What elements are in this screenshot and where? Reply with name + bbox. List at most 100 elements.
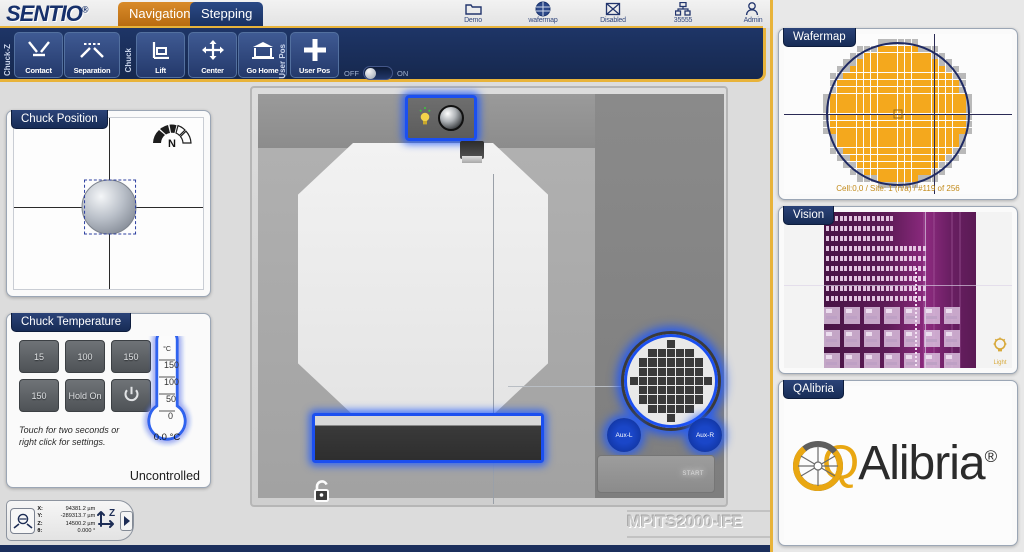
coord-axis-y: Y:: [37, 513, 45, 520]
button-lift-label: Lift: [155, 66, 166, 75]
home-icon: [252, 33, 274, 66]
wafermap-status-text: Cell:0,0 / Site: 1 (n/a) / #119 of 256: [784, 184, 1012, 193]
button-contact[interactable]: Contact: [14, 32, 63, 78]
camera-module[interactable]: [405, 95, 477, 141]
svg-text:°C: °C: [163, 345, 171, 353]
brand-registered-mark: ®: [82, 5, 88, 15]
status-disabled[interactable]: Disabled: [590, 0, 636, 24]
svg-text:50: 50: [166, 394, 176, 404]
aux-right-site[interactable]: Aux-R: [688, 418, 722, 452]
status-demo[interactable]: Demo: [450, 0, 496, 24]
status-network[interactable]: 35555: [660, 0, 706, 24]
button-contact-label: Contact: [25, 66, 52, 75]
sentio-logo: SENTIO®: [6, 1, 88, 27]
chuck-temperature-note: Touch for two seconds or right click for…: [19, 424, 137, 448]
temp-preset-4[interactable]: 150: [19, 379, 59, 412]
svg-text:N: N: [168, 138, 176, 148]
status-wafermap[interactable]: wafermap: [520, 0, 566, 24]
svg-text:150: 150: [164, 360, 179, 370]
wafermap-plot[interactable]: Cell:0,0 / Site: 1 (n/a) / #119 of 256: [784, 34, 1012, 194]
edit-mode-toggle-group: OFF ON: [344, 66, 408, 80]
status-wafermap-label: wafermap: [520, 17, 566, 24]
theta-align-icon[interactable]: [10, 508, 35, 534]
tab-navigation[interactable]: Navigation: [118, 2, 201, 26]
start-button[interactable]: START: [597, 455, 715, 493]
thermometer-gauge: °C 150 100 50 0 0.0 °C: [138, 336, 196, 458]
lens-icon: [438, 105, 464, 131]
coord-value-theta: 0.000 °: [45, 528, 95, 535]
svg-text:100: 100: [164, 377, 179, 387]
front-drawer[interactable]: [312, 413, 544, 463]
qalibria-logo-area[interactable]: QAlibria®: [784, 386, 1012, 540]
edit-mode-off-label: OFF: [344, 69, 359, 78]
power-icon: [123, 386, 140, 405]
tab-stepping[interactable]: Stepping: [190, 2, 263, 26]
vision-live-image[interactable]: Light: [784, 212, 1012, 368]
play-icon[interactable]: [120, 511, 133, 531]
application-window: SENTIO® Navigation Stepping Demo waferma…: [0, 0, 1024, 552]
button-user-pos-label: User Pos: [299, 66, 330, 75]
button-center-label: Center: [201, 66, 224, 75]
coord-axis-z: Z:: [37, 521, 45, 528]
lock-icon[interactable]: [312, 480, 332, 509]
button-user-pos[interactable]: User Pos: [290, 32, 339, 78]
separation-icon: [79, 33, 105, 66]
coord-axis-x: X:: [37, 506, 45, 513]
z-axis-icon[interactable]: Z: [96, 507, 118, 534]
aux-left-label: Aux-L: [616, 432, 633, 439]
wafer-die-grid: [630, 340, 712, 422]
edit-mode-switch[interactable]: [363, 66, 393, 80]
coordinate-values: X:94381.2 µm Y:-289313.7 µm Z:14500.2 µm…: [37, 506, 95, 536]
vision-panel: Vision: [778, 206, 1018, 374]
coord-row-theta: θ:0.000 °: [37, 528, 95, 535]
status-demo-label: Demo: [450, 17, 496, 24]
edit-mode-on-label: ON: [397, 69, 408, 78]
vision-light-label: Light: [992, 360, 1008, 366]
qalibria-logo-registered: ®: [985, 447, 997, 466]
coord-value-y: -289313.7 µm: [45, 513, 95, 520]
coord-row-z: Z:14500.2 µm: [37, 521, 95, 528]
qalibria-logo: QAlibria®: [800, 436, 996, 491]
temp-hold-on-button[interactable]: Hold On: [65, 379, 105, 412]
chuck-position-title: Chuck Position: [11, 110, 108, 129]
machine-model-name: MPITS2000-IFE: [627, 512, 742, 532]
group-label-user-pos: User Pos: [278, 44, 287, 79]
button-separation[interactable]: Separation: [64, 32, 120, 78]
status-network-label: 35555: [660, 17, 706, 24]
svg-text:0.0 °C: 0.0 °C: [154, 432, 181, 443]
vision-title: Vision: [783, 206, 834, 225]
edit-mode-knob: [365, 68, 376, 79]
model-rule-bottom: [627, 536, 775, 538]
wafer-chuck[interactable]: [621, 331, 721, 431]
lift-icon: [150, 33, 172, 66]
compass-indicator: N: [149, 122, 195, 148]
temp-hold-on-label: Hold On: [68, 391, 101, 401]
button-center[interactable]: Center: [188, 32, 237, 78]
machine-visualization: Aux-L Aux-R START: [250, 86, 728, 507]
chuck-temperature-title: Chuck Temperature: [11, 313, 131, 332]
coord-axis-theta: θ:: [37, 528, 45, 535]
chuck-temperature-state: Uncontrolled: [130, 469, 200, 483]
temp-preset-1[interactable]: 15: [19, 340, 59, 373]
plus-icon: [304, 33, 326, 66]
wafermap-globe-icon: [520, 0, 566, 17]
bulb-icon: [992, 342, 1008, 359]
start-button-label: START: [682, 471, 704, 477]
bulb-icon: [418, 106, 432, 131]
coord-value-x: 94381.2 µm: [45, 506, 95, 513]
svg-text:0: 0: [168, 411, 173, 421]
button-lift[interactable]: Lift: [136, 32, 185, 78]
vision-light-toggle[interactable]: Light: [992, 337, 1008, 366]
disabled-cross-icon: [590, 0, 636, 17]
wafermap-panel: Wafermap Cell:0,0 / Site: 1 (n/a) / #119…: [778, 28, 1018, 200]
temp-preset-2[interactable]: 100: [65, 340, 105, 373]
qalibria-logo-rest: Alibria: [858, 437, 984, 490]
group-label-chuck-z: Chuck-Z: [3, 44, 12, 76]
chuck-position-bounds: [84, 179, 136, 234]
qalibria-panel: QAlibria QAlibria®: [778, 380, 1018, 546]
coord-value-z: 14500.2 µm: [45, 521, 95, 528]
coord-row-x: X:94381.2 µm: [37, 506, 95, 513]
aux-left-site[interactable]: Aux-L: [607, 418, 641, 452]
machine-chuck-plate: [298, 143, 548, 415]
chuck-position-plot[interactable]: N: [13, 117, 204, 290]
